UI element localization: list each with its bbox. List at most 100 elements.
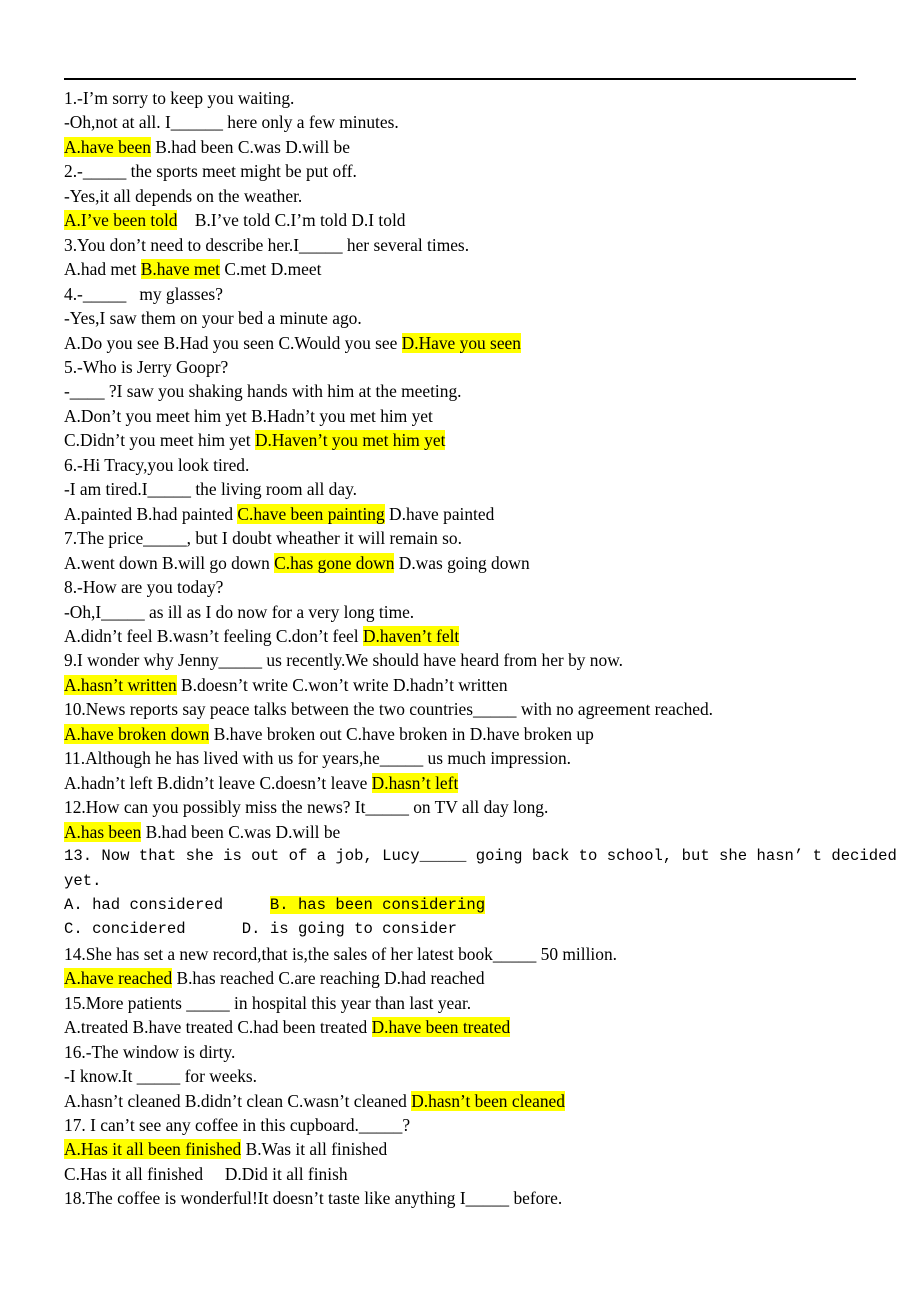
worksheet-line: 14.She has set a new record,that is,the … [64,942,864,966]
option-text: A.painted B.had painted [64,503,238,524]
worksheet-line: 15.More patients _____ in hospital this … [64,991,864,1015]
line-text: 10.News reports say peace talks between … [64,699,714,720]
option-text: B.has reached C.are reaching D.had reach… [172,968,485,989]
worksheet-line: C.Has it all finished D.Did it all finis… [64,1162,864,1186]
worksheet-line-with-answer: A.treated B.have treated C.had been trea… [64,1015,864,1039]
line-text: C. concidered D. is going to consider [64,920,458,939]
worksheet-line: 8.-How are you today? [64,575,864,599]
highlighted-answer: A.have broken down [64,723,210,744]
line-text: 15.More patients _____ in hospital this … [64,992,472,1013]
option-text: A.treated B.have treated C.had been trea… [64,1017,372,1038]
line-text: -Oh,not at all. I______ here only a few … [64,112,399,133]
worksheet-line: -Yes,I saw them on your bed a minute ago… [64,306,864,330]
highlighted-answer: A.has been [64,821,142,842]
line-text: -I know.It _____ for weeks. [64,1066,258,1087]
worksheet-line: -I am tired.I_____ the living room all d… [64,477,864,501]
worksheet-line-with-answer: A.hasn’t written B.doesn’t write C.won’t… [64,673,864,697]
line-text: 2.-_____ the sports meet might be put of… [64,161,357,182]
worksheet-line-with-answer: A. had considered B. has been considerin… [64,893,864,917]
option-text: A.hasn’t cleaned B.didn’t clean C.wasn’t… [64,1090,412,1111]
worksheet-line-with-answer: A.hadn’t left B.didn’t leave C.doesn’t l… [64,771,864,795]
line-text: -Oh,I_____ as ill as I do now for a very… [64,601,415,622]
line-text: 4.-_____ my glasses? [64,283,223,304]
worksheet-line: 2.-_____ the sports meet might be put of… [64,159,864,183]
worksheet-line-with-answer: A.went down B.will go down C.has gone do… [64,551,864,575]
highlighted-answer: A.Has it all been finished [64,1139,242,1160]
worksheet-line: 11.Although he has lived with us for yea… [64,746,864,770]
worksheet-line: C. concidered D. is going to consider [64,917,864,941]
worksheet-line-with-answer: A.hasn’t cleaned B.didn’t clean C.wasn’t… [64,1089,864,1113]
line-text: 3.You don’t need to describe her.I_____ … [64,234,470,255]
option-text: B.had been C.was D.will be [141,821,341,842]
option-text: C.Didn’t you meet him yet [64,430,255,451]
line-text: 13. Now that she is out of a job, Lucy__… [64,847,897,866]
worksheet-line: -Oh,I_____ as ill as I do now for a very… [64,600,864,624]
line-text: -Yes,it all depends on the weather. [64,185,303,206]
option-text: D.have painted [384,503,495,524]
option-text: A.went down B.will go down [64,552,275,573]
worksheet-line-with-answer: A.didn’t feel B.wasn’t feeling C.don’t f… [64,624,864,648]
option-text: A.had met [64,259,141,280]
worksheet-line: -Oh,not at all. I______ here only a few … [64,110,864,134]
worksheet-line: 6.-Hi Tracy,you look tired. [64,453,864,477]
highlighted-answer: B. has been considering [269,895,486,914]
option-text: B.I’ve told C.I’m told D.I told [177,210,406,231]
line-text: yet. [64,871,102,890]
line-text: 12.How can you possibly miss the news? I… [64,797,549,818]
worksheet-line: 9.I wonder why Jenny_____ us recently.We… [64,648,864,672]
highlighted-answer: D.haven’t felt [362,625,460,646]
worksheet-line-with-answer: A.have been B.had been C.was D.will be [64,135,864,159]
highlighted-answer: B.have met [140,259,220,280]
highlighted-answer: D.Haven’t you met him yet [254,430,446,451]
worksheet-line: 1.-I’m sorry to keep you waiting. [64,86,864,110]
worksheet-line: 17. I can’t see any coffee in this cupbo… [64,1113,864,1137]
worksheet-line: -I know.It _____ for weeks. [64,1064,864,1088]
worksheet-line: 10.News reports say peace talks between … [64,697,864,721]
top-horizontal-rule [64,78,856,80]
option-text: B.have broken out C.have broken in D.hav… [209,723,594,744]
highlighted-answer: D.hasn’t left [371,772,459,793]
worksheet-line: 7.The price_____, but I doubt wheather i… [64,526,864,550]
option-text: A. had considered [64,895,270,914]
highlighted-answer: A.I’ve been told [64,210,178,231]
highlighted-answer: A.have been [64,136,151,157]
highlighted-answer: D.hasn’t been cleaned [411,1090,565,1111]
line-text: -Yes,I saw them on your bed a minute ago… [64,308,362,329]
line-text: -____ ?I saw you shaking hands with him … [64,381,462,402]
line-text: 1.-I’m sorry to keep you waiting. [64,88,295,108]
line-text: 17. I can’t see any coffee in this cupbo… [64,1115,411,1136]
worksheet-line: A.Don’t you meet him yet B.Hadn’t you me… [64,404,864,428]
line-text: C.Has it all finished D.Did it all finis… [64,1163,348,1184]
option-text: A.hadn’t left B.didn’t leave C.doesn’t l… [64,772,372,793]
highlighted-answer: C.has gone down [274,552,395,573]
worksheet-line-with-answer: A.painted B.had painted C.have been pain… [64,502,864,526]
worksheet-line: -Yes,it all depends on the weather. [64,184,864,208]
highlighted-answer: A.hasn’t written [64,674,177,695]
worksheet-line-with-answer: A.have reached B.has reached C.are reach… [64,966,864,990]
highlighted-answer: C.have been painting [237,503,385,524]
option-text: D.was going down [394,552,530,573]
worksheet-line: 16.-The window is dirty. [64,1040,864,1064]
worksheet-line: 13. Now that she is out of a job, Lucy__… [64,844,897,868]
worksheet-line: yet. [64,869,864,893]
line-text: 6.-Hi Tracy,you look tired. [64,454,250,475]
worksheet-line: 4.-_____ my glasses? [64,282,864,306]
worksheet-line: 18.The coffee is wonderful!It doesn’t ta… [64,1186,864,1210]
worksheet-line: 3.You don’t need to describe her.I_____ … [64,233,864,257]
line-text: 5.-Who is Jerry Goopr? [64,356,229,377]
line-text: 18.The coffee is wonderful!It doesn’t ta… [64,1188,563,1209]
worksheet-line: -____ ?I saw you shaking hands with him … [64,379,864,403]
line-text: A.Don’t you meet him yet B.Hadn’t you me… [64,405,433,426]
line-text: 9.I wonder why Jenny_____ us recently.We… [64,650,623,671]
highlighted-answer: A.have reached [64,968,173,989]
option-text: A.didn’t feel B.wasn’t feeling C.don’t f… [64,625,363,646]
worksheet-line-with-answer: A.have broken down B.have broken out C.h… [64,722,864,746]
option-text: B.had been C.was D.will be [150,136,350,157]
document-page: 1.-I’m sorry to keep you waiting. -Oh,not… [0,0,920,1302]
line-text: 16.-The window is dirty. [64,1041,236,1062]
option-text: B.doesn’t write C.won’t write D.hadn’t w… [176,674,508,695]
line-text: 14.She has set a new record,that is,the … [64,943,618,964]
highlighted-answer: D.have been treated [371,1017,511,1038]
worksheet-line-with-answer: C.Didn’t you meet him yet D.Haven’t you … [64,428,864,452]
worksheet-line-with-answer: A.Do you see B.Had you seen C.Would you … [64,331,864,355]
